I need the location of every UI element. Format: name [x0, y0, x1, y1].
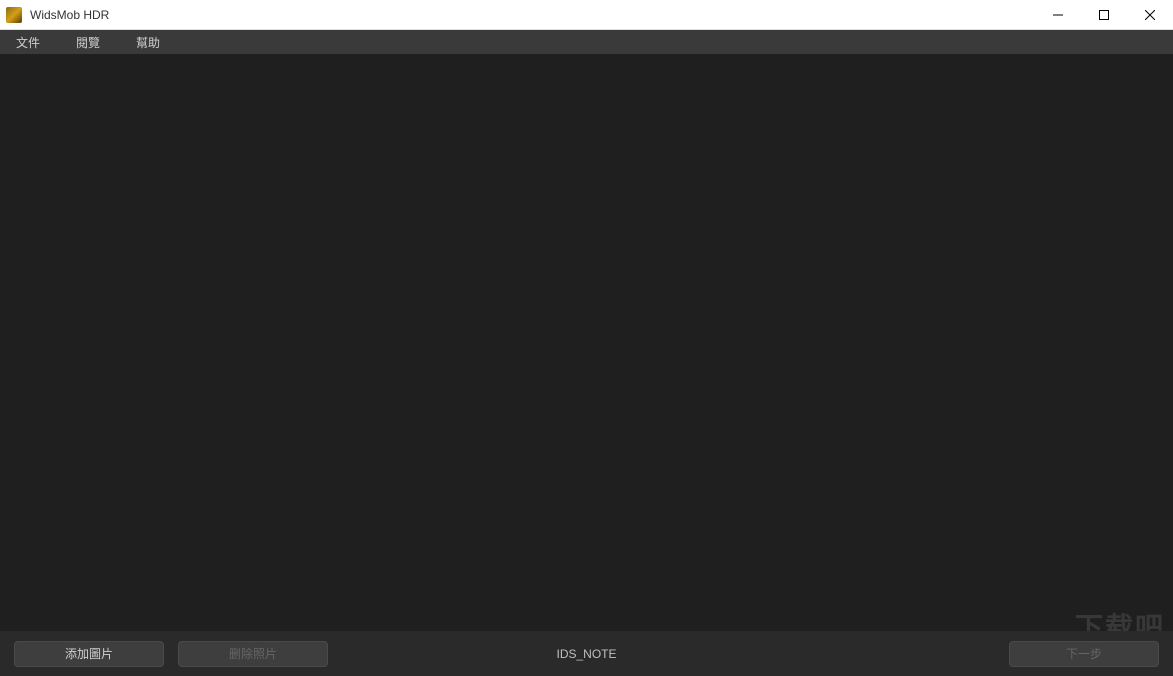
menu-file[interactable]: 文件 — [12, 32, 44, 53]
note-label: IDS_NOTE — [556, 647, 616, 661]
delete-image-button[interactable]: 删除照片 — [178, 641, 328, 667]
maximize-button[interactable] — [1081, 0, 1127, 29]
window-controls — [1035, 0, 1173, 29]
app-title: WidsMob HDR — [30, 8, 109, 22]
menu-help[interactable]: 幫助 — [132, 32, 164, 53]
close-button[interactable] — [1127, 0, 1173, 29]
close-icon — [1145, 10, 1155, 20]
app-icon — [6, 7, 22, 23]
maximize-icon — [1099, 10, 1109, 20]
minimize-button[interactable] — [1035, 0, 1081, 29]
add-image-button[interactable]: 添加圖片 — [14, 641, 164, 667]
minimize-icon — [1053, 10, 1063, 20]
next-button[interactable]: 下一步 — [1009, 641, 1159, 667]
menubar: 文件 閱覽 幫助 — [0, 30, 1173, 54]
content-area — [0, 54, 1173, 631]
titlebar: WidsMob HDR — [0, 0, 1173, 30]
menu-view[interactable]: 閱覽 — [72, 32, 104, 53]
titlebar-left: WidsMob HDR — [0, 7, 109, 23]
bottom-bar: 添加圖片 删除照片 IDS_NOTE 下一步 — [0, 631, 1173, 676]
